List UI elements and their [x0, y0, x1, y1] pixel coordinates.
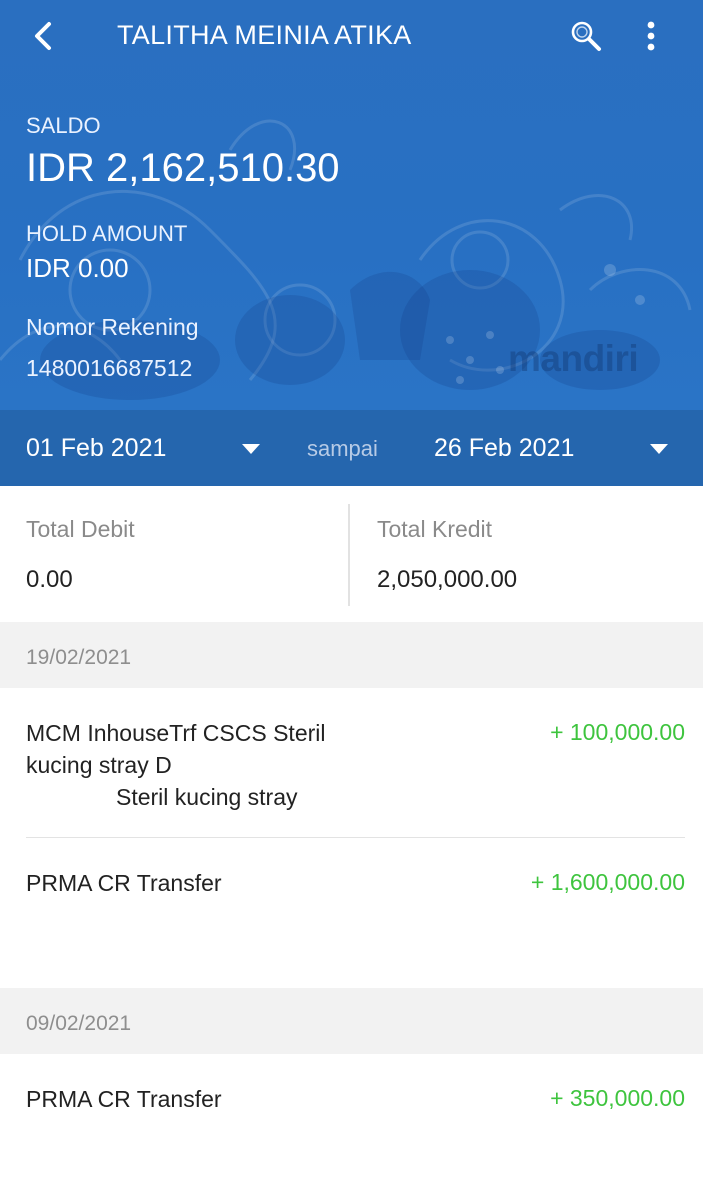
- total-debit-label: Total Debit: [26, 516, 135, 542]
- transaction-description: PRMA CR Transfer: [26, 867, 222, 899]
- date-range-separator: sampai: [307, 436, 378, 461]
- description-line: Steril kucing stray: [116, 784, 298, 810]
- transaction-description: MCM InhouseTrf CSCS Steril kucing stray …: [26, 717, 326, 813]
- account-header: TALITHA MEINIA ATIKA SALDO IDR 2,162,510…: [0, 0, 703, 410]
- search-icon: [571, 21, 601, 51]
- top-app-bar: TALITHA MEINIA ATIKA: [0, 0, 703, 72]
- mandiri-logo: mandiri: [508, 338, 639, 379]
- totals-divider: [348, 504, 350, 606]
- date-from[interactable]: 01 Feb 2021: [26, 434, 166, 463]
- saldo-value: IDR 2,162,510.30: [26, 146, 340, 190]
- transaction-date: 09/02/2021: [26, 1012, 132, 1035]
- transaction-date-header: 09/02/2021: [0, 988, 703, 1054]
- date-to-dropdown-icon[interactable]: [650, 444, 668, 454]
- account-number-label: Nomor Rekening: [26, 314, 199, 340]
- more-vertical-icon: [647, 21, 655, 51]
- transaction-amount: + 1,600,000.00: [530, 869, 685, 895]
- totals-summary: Total Debit 0.00 Total Kredit 2,050,000.…: [0, 486, 703, 622]
- total-kredit-label: Total Kredit: [377, 516, 493, 542]
- more-options-button[interactable]: [634, 16, 668, 56]
- total-kredit-value: 2,050,000.00: [377, 566, 518, 593]
- back-button[interactable]: [26, 16, 60, 56]
- transaction-amount: + 350,000.00: [550, 1085, 685, 1111]
- date-from-dropdown-icon[interactable]: [242, 444, 260, 454]
- transaction-amount: + 100,000.00: [550, 719, 685, 745]
- description-line: PRMA CR Transfer: [26, 870, 222, 896]
- total-debit-value: 0.00: [26, 566, 73, 593]
- account-number-value: 1480016687512: [26, 355, 193, 381]
- description-line: kucing stray D: [26, 752, 172, 778]
- transaction-description: PRMA CR Transfer: [26, 1083, 222, 1115]
- back-arrow-icon: [35, 22, 51, 50]
- hold-amount-value: IDR 0.00: [26, 253, 129, 283]
- transaction-row[interactable]: PRMA CR Transfer + 1,600,000.00: [0, 838, 703, 988]
- date-to[interactable]: 26 Feb 2021: [434, 434, 574, 463]
- transaction-date-header: 19/02/2021: [0, 622, 703, 688]
- description-line: MCM InhouseTrf CSCS Steril: [26, 720, 326, 746]
- transaction-date: 19/02/2021: [26, 646, 132, 669]
- date-range-bar: 01 Feb 2021 sampai 26 Feb 2021: [0, 410, 703, 486]
- hold-amount-label: HOLD AMOUNT: [26, 221, 188, 246]
- transaction-row[interactable]: PRMA CR Transfer + 350,000.00: [0, 1054, 703, 1200]
- page-title: TALITHA MEINIA ATIKA: [117, 20, 412, 50]
- transaction-row[interactable]: MCM InhouseTrf CSCS Steril kucing stray …: [0, 688, 703, 838]
- saldo-label: SALDO: [26, 113, 101, 138]
- description-line: PRMA CR Transfer: [26, 1086, 222, 1112]
- search-button[interactable]: [566, 16, 606, 56]
